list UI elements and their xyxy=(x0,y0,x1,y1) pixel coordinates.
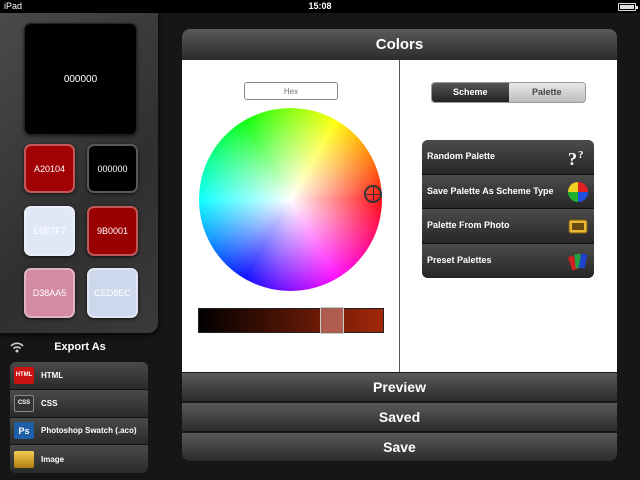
action-label: Palette From Photo xyxy=(427,220,510,230)
selected-color-label: 000000 xyxy=(63,73,98,85)
panel-divider xyxy=(399,60,400,372)
save-palette-as-scheme-button[interactable]: Save Palette As Scheme Type xyxy=(422,174,594,209)
swatch-5[interactable]: D38AA5 xyxy=(24,268,75,318)
css-icon: CSS xyxy=(14,394,34,412)
brightness-slider-handle[interactable] xyxy=(320,307,344,334)
swatch-label: D38AA5 xyxy=(32,288,67,298)
random-palette-button[interactable]: Random Palette ? ? xyxy=(422,140,594,175)
export-css-button[interactable]: CSS CSS xyxy=(10,389,148,418)
swatch-panel: 000000 A20104 000000 E0E7F7 9B0001 D38AA… xyxy=(0,13,158,333)
palette-action-list: Random Palette ? ? Save Palette As Schem… xyxy=(422,140,594,278)
image-icon xyxy=(14,450,34,468)
preview-button[interactable]: Preview xyxy=(182,372,617,401)
export-item-label: Photoshop Swatch (.aco) xyxy=(41,426,137,436)
swatch-label: 9B0001 xyxy=(96,226,129,236)
svg-text:?: ? xyxy=(568,149,577,168)
swatch-1[interactable]: A20104 xyxy=(24,144,75,193)
tab-palette[interactable]: Palette xyxy=(508,83,585,102)
swatch-6[interactable]: CED8EC xyxy=(87,268,138,318)
export-list: HTML HTML CSS CSS Ps Photoshop Swatch (.… xyxy=(10,362,148,473)
battery-icon xyxy=(618,3,638,11)
export-item-label: CSS xyxy=(41,398,58,408)
export-item-label: HTML xyxy=(41,370,64,380)
swatch-4[interactable]: 9B0001 xyxy=(87,206,138,256)
saved-button[interactable]: Saved xyxy=(182,402,617,431)
export-item-label: Image xyxy=(41,454,65,464)
tab-scheme[interactable]: Scheme xyxy=(432,83,509,102)
swatch-label: E0E7F7 xyxy=(33,226,66,236)
export-html-button[interactable]: HTML HTML xyxy=(10,362,148,390)
export-photoshop-button[interactable]: Ps Photoshop Swatch (.aco) xyxy=(10,417,148,446)
photo-icon xyxy=(568,219,588,234)
swatch-label: 000000 xyxy=(97,163,128,174)
photoshop-icon: Ps xyxy=(14,422,34,440)
color-wheel[interactable] xyxy=(199,108,382,291)
action-label: Save Palette As Scheme Type xyxy=(427,185,554,196)
brightness-slider[interactable] xyxy=(198,308,384,333)
swatch-book-icon xyxy=(567,253,588,271)
selected-color-swatch[interactable]: 000000 xyxy=(24,23,137,135)
action-label: Preset Palettes xyxy=(427,254,492,265)
export-image-button[interactable]: Image xyxy=(10,445,148,473)
hex-input[interactable] xyxy=(244,82,338,100)
svg-text:?: ? xyxy=(578,149,584,161)
swatch-3[interactable]: E0E7F7 xyxy=(24,206,75,256)
html-icon: HTML xyxy=(14,366,34,384)
swatch-label: A20104 xyxy=(33,163,66,174)
export-title: Export As xyxy=(54,341,106,353)
colors-header: Colors xyxy=(182,29,617,60)
status-bar: iPad 15:08 xyxy=(0,0,640,13)
scheme-palette-toggle: Scheme Palette xyxy=(431,82,586,103)
action-label: Random Palette xyxy=(427,151,496,161)
swatch-label: CED8EC xyxy=(94,288,131,298)
palette-from-photo-button[interactable]: Palette From Photo xyxy=(422,209,594,244)
question-marks-icon: ? ? xyxy=(568,149,584,168)
save-button[interactable]: Save xyxy=(182,432,617,461)
swatch-2[interactable]: 000000 xyxy=(87,144,138,193)
color-wheel-cursor[interactable] xyxy=(364,185,382,203)
color-wheel-icon xyxy=(568,181,588,202)
clock: 15:08 xyxy=(308,1,332,11)
preset-palettes-button[interactable]: Preset Palettes xyxy=(422,243,594,278)
